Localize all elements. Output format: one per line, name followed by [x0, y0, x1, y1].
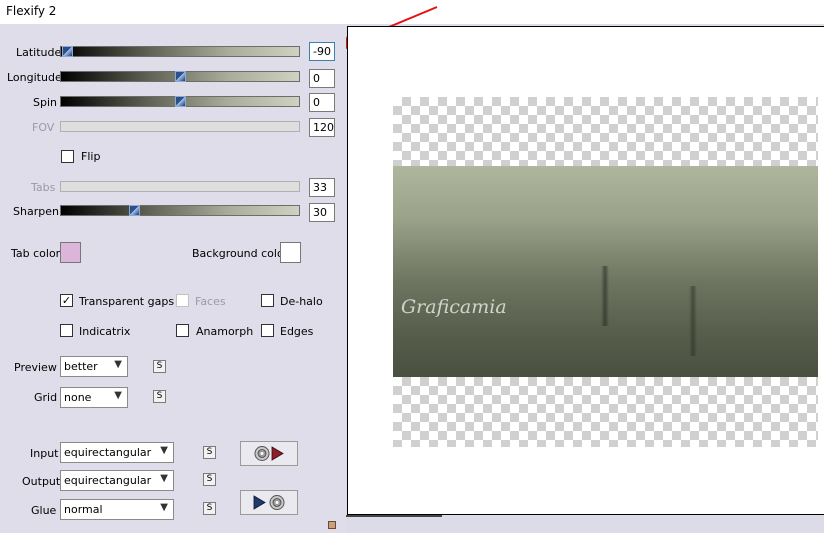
input-s-button[interactable]: S	[203, 446, 216, 459]
preview-image: Graficamia	[393, 166, 818, 377]
output-s-button[interactable]: S	[203, 473, 216, 486]
longitude-slider[interactable]	[60, 71, 300, 82]
transparent-top-region	[393, 97, 818, 166]
faces-label: Faces	[195, 295, 226, 308]
disc-play-icon	[254, 446, 284, 461]
background-color-label: Background color	[192, 247, 289, 260]
grid-select-value: none	[64, 391, 92, 404]
preview-select-value: better	[64, 360, 98, 373]
anamorph-label: Anamorph	[196, 325, 254, 338]
longitude-label: Longitude	[7, 71, 62, 84]
glue-s-button[interactable]: S	[203, 502, 216, 515]
glue-select-value: normal	[64, 503, 103, 516]
indicatrix-checkbox[interactable]	[60, 324, 73, 337]
seam-shadow	[689, 286, 697, 356]
grid-select[interactable]: none ▼	[60, 387, 128, 408]
fov-slider	[60, 121, 300, 132]
sharpen-slider[interactable]	[60, 205, 300, 216]
tab-color-label: Tab color	[11, 247, 61, 260]
sharpen-label: Sharpen	[13, 205, 59, 218]
glue-select[interactable]: normal ▼	[60, 499, 174, 520]
input-label: Input	[30, 447, 59, 460]
transparent-gaps-checkbox[interactable]: ✓	[60, 294, 73, 307]
background-color-swatch[interactable]	[280, 242, 301, 263]
flip-label: Flip	[81, 150, 101, 163]
sharpen-slider-thumb[interactable]	[129, 205, 140, 216]
longitude-slider-thumb[interactable]	[175, 71, 186, 82]
spin-input[interactable]: 0	[309, 93, 335, 112]
preview-pane[interactable]: Graficamia	[347, 26, 824, 515]
de-halo-checkbox[interactable]	[261, 294, 274, 307]
seam-shadow	[601, 266, 609, 326]
input-select-value: equirectangular	[64, 446, 152, 459]
grid-label: Grid	[34, 391, 58, 404]
status-divider	[346, 515, 442, 521]
flip-checkbox[interactable]	[61, 150, 74, 163]
output-label: Output	[22, 475, 61, 488]
transparent-bottom-region	[393, 377, 818, 447]
window-title: Flexify 2	[6, 4, 57, 18]
settings-panel: Latitude -90 Longitude 0 Spin 0 FOV 120 …	[0, 24, 346, 533]
preview-status-bar	[346, 515, 824, 533]
longitude-input[interactable]: 0	[309, 69, 335, 88]
de-halo-label: De-halo	[280, 295, 323, 308]
anamorph-checkbox[interactable]	[176, 324, 189, 337]
sharpen-input[interactable]: 30	[309, 203, 335, 222]
indicatrix-label: Indicatrix	[79, 325, 131, 338]
spin-label: Spin	[33, 96, 57, 109]
input-apply-button[interactable]	[240, 441, 298, 466]
chevron-down-icon: ▼	[114, 390, 122, 401]
faces-checkbox	[176, 294, 189, 307]
chevron-down-icon: ▼	[160, 445, 168, 456]
latitude-input[interactable]: -90	[309, 42, 335, 61]
spin-slider-thumb[interactable]	[175, 96, 186, 107]
glue-label: Glue	[31, 504, 57, 517]
input-select[interactable]: equirectangular ▼	[60, 442, 174, 463]
tabs-input[interactable]: 33	[309, 178, 335, 197]
chevron-down-icon: ▼	[114, 359, 122, 370]
output-apply-button[interactable]	[240, 490, 298, 515]
edges-checkbox[interactable]	[261, 324, 274, 337]
output-select-value: equirectangular	[64, 474, 152, 487]
latitude-slider[interactable]	[60, 46, 300, 57]
transparent-gaps-label: Transparent gaps	[79, 295, 175, 308]
output-select[interactable]: equirectangular ▼	[60, 470, 174, 491]
edges-label: Edges	[280, 325, 314, 338]
tab-color-swatch[interactable]	[60, 242, 81, 263]
resize-grip[interactable]	[328, 521, 336, 529]
latitude-label: Latitude	[16, 46, 62, 59]
spin-slider[interactable]	[60, 96, 300, 107]
fov-input[interactable]: 120	[309, 118, 335, 137]
chevron-down-icon: ▼	[160, 502, 168, 513]
watermark-text: Graficamia	[401, 296, 507, 318]
grid-s-button[interactable]: S	[153, 390, 166, 403]
preview-select[interactable]: better ▼	[60, 356, 128, 377]
preview-label: Preview	[14, 361, 57, 374]
play-disc-icon	[253, 495, 285, 510]
latitude-slider-thumb[interactable]	[62, 46, 73, 57]
tabs-slider	[60, 181, 300, 192]
chevron-down-icon: ▼	[160, 473, 168, 484]
preview-s-button[interactable]: S	[153, 360, 166, 373]
fov-label: FOV	[32, 121, 55, 134]
tabs-label: Tabs	[31, 181, 56, 194]
